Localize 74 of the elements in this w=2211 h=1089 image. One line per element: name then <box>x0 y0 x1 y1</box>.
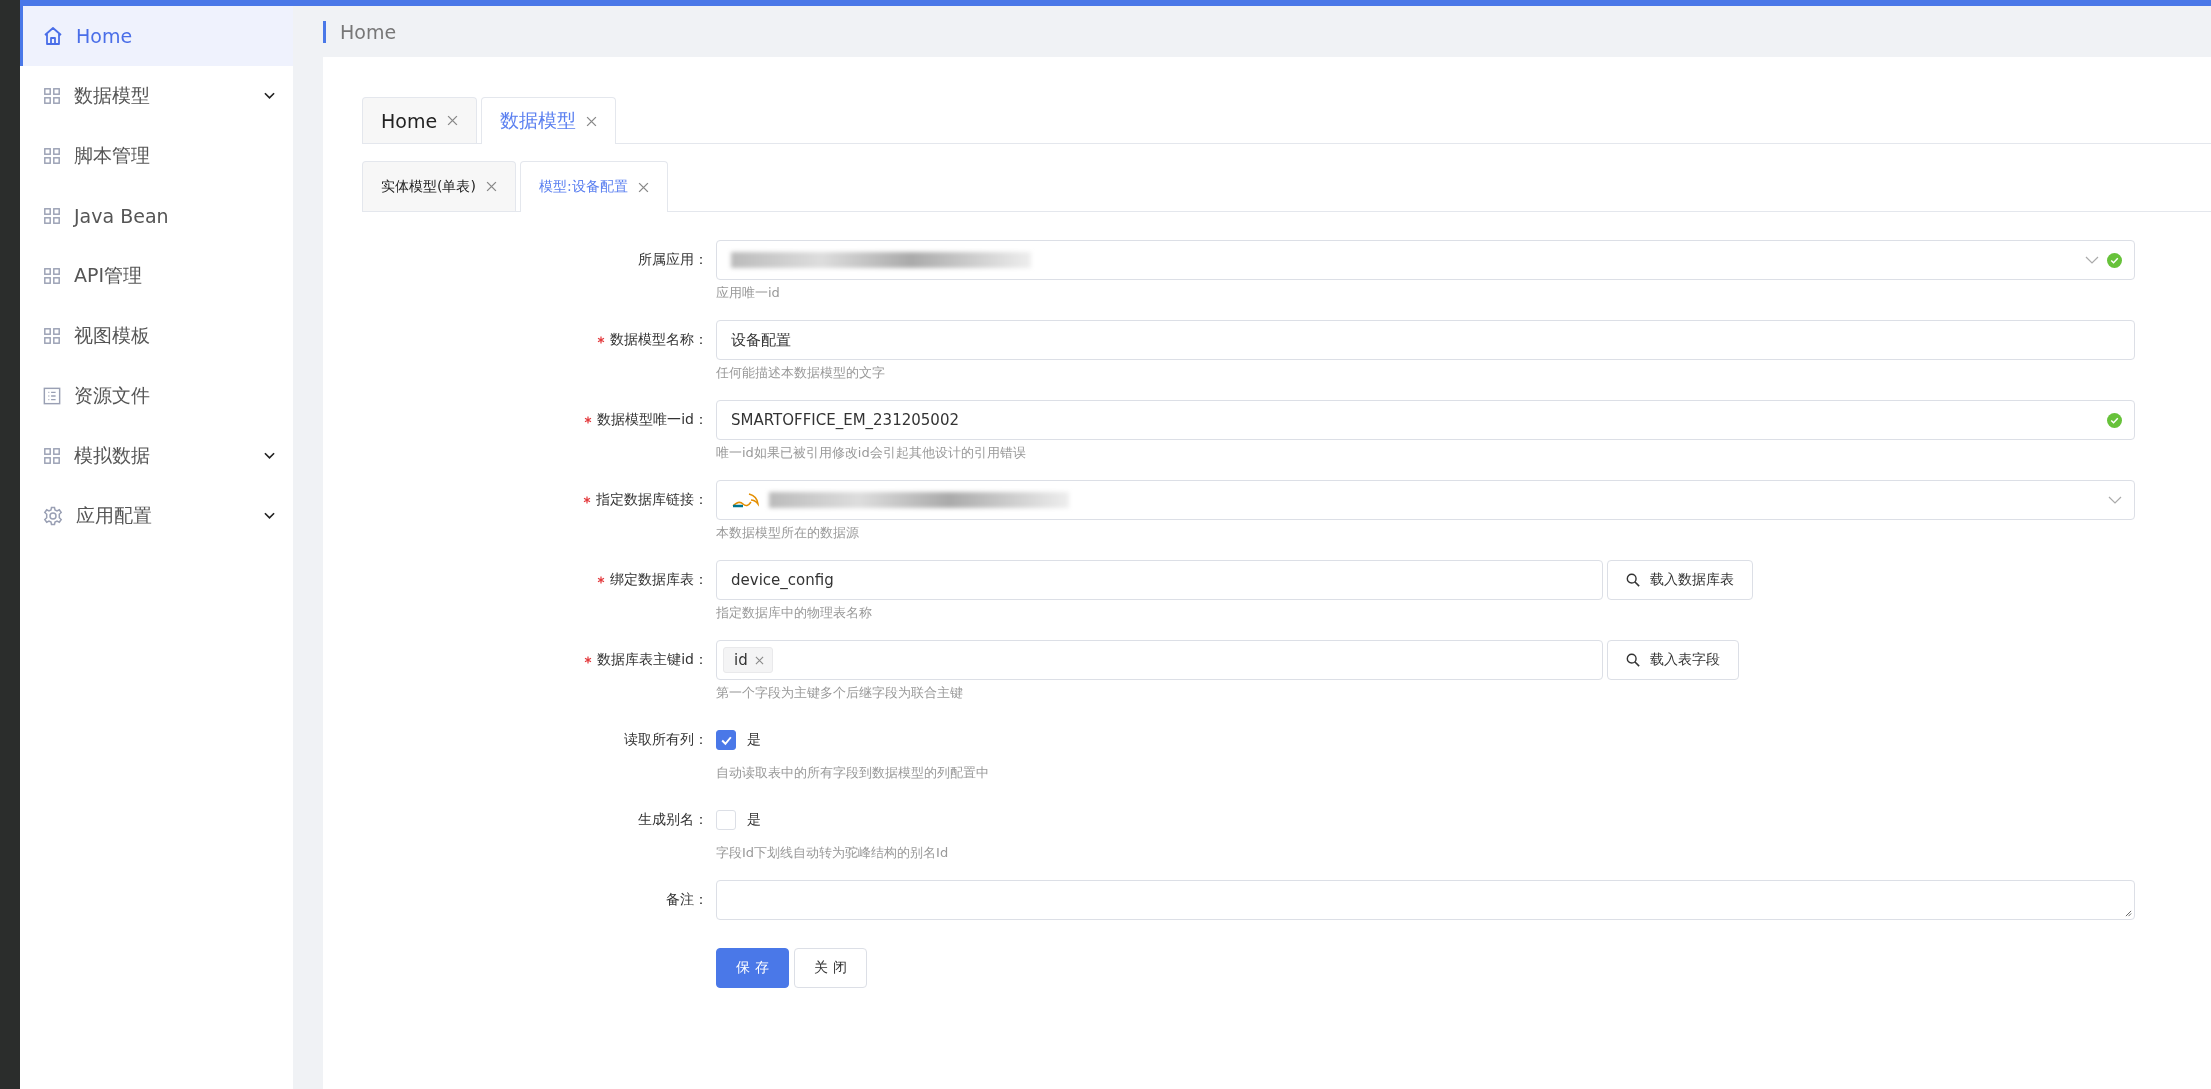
textarea-field[interactable] <box>716 880 2135 920</box>
sidebar-label: Home <box>76 25 134 47</box>
action-button[interactable]: 关 闭 <box>794 948 867 988</box>
grid-icon <box>43 87 61 105</box>
close-icon[interactable] <box>586 115 598 127</box>
text-field[interactable]: SMARTOFFICE_EM_231205002 <box>716 400 2135 440</box>
home-icon <box>43 26 63 46</box>
help-text: 本数据模型所在的数据源 <box>716 524 860 542</box>
field-label: 指定数据库链接： <box>596 491 708 509</box>
resize-handle-icon[interactable] <box>2125 910 2132 917</box>
tag-select-field[interactable]: id <box>716 640 1603 680</box>
action-button[interactable]: 保 存 <box>716 948 789 988</box>
chevron-down-icon <box>264 92 275 100</box>
sidebar-label: 模拟数据 <box>74 443 151 468</box>
search-icon <box>1626 573 1640 587</box>
sidebar-item[interactable]: 应用配置 <box>20 486 293 546</box>
checkbox-label: 是 <box>747 811 761 829</box>
text-field[interactable]: device_config <box>716 560 1603 600</box>
field-label: 数据模型名称： <box>610 331 708 349</box>
field-label: 备注： <box>666 891 708 909</box>
select-field[interactable] <box>716 240 2135 280</box>
chevron-down-icon <box>2085 256 2099 264</box>
grid-icon <box>43 447 61 465</box>
search-icon <box>1626 653 1640 667</box>
field-label: 生成别名： <box>638 811 708 829</box>
chevron-down-icon <box>2108 496 2122 504</box>
field-label: 所属应用： <box>638 251 708 269</box>
document-list-icon <box>43 387 61 405</box>
chevron-down-icon <box>264 452 275 460</box>
grid-icon <box>43 327 61 345</box>
sidebar-item[interactable]: 数据模型 <box>20 66 293 126</box>
grid-icon <box>43 147 61 165</box>
help-text: 指定数据库中的物理表名称 <box>716 604 873 622</box>
help-text: 字段Id下划线自动转为驼峰结构的别名Id <box>716 844 950 862</box>
sidebar-label: 脚本管理 <box>74 143 151 168</box>
chevron-down-icon <box>264 512 275 520</box>
help-text: 任何能描述本数据模型的文字 <box>716 364 886 382</box>
help-text: 自动读取表中的所有字段到数据模型的列配置中 <box>716 764 990 782</box>
sidebar-label: 应用配置 <box>76 503 153 528</box>
sidebar-label: 数据模型 <box>74 83 151 108</box>
settings-icon <box>43 506 63 526</box>
sidebar-label: 资源文件 <box>74 383 151 408</box>
tab[interactable]: 模型:设备配置 <box>519 161 668 212</box>
sidebar-item[interactable]: 脚本管理 <box>20 126 293 186</box>
sidebar-item[interactable]: API管理 <box>20 246 293 306</box>
tab[interactable]: Home <box>362 97 478 143</box>
sidebar-item[interactable]: 模拟数据 <box>20 426 293 486</box>
grid-icon <box>43 267 61 285</box>
load-button[interactable]: 载入数据库表 <box>1607 560 1753 600</box>
tab[interactable]: 数据模型 <box>481 97 617 144</box>
close-icon[interactable] <box>754 655 764 665</box>
sidebar-item[interactable]: Java Bean <box>20 186 293 246</box>
close-icon[interactable] <box>637 181 649 193</box>
field-label: 绑定数据库表： <box>610 571 708 589</box>
sidebar-label: API管理 <box>74 263 144 288</box>
text-field[interactable]: 设备配置 <box>716 320 2135 360</box>
sidebar-label: 视图模板 <box>74 323 151 348</box>
field-label: 读取所有列： <box>624 731 708 749</box>
field-label: 数据库表主键id： <box>597 651 708 669</box>
field-label: 数据模型唯一id： <box>597 411 708 429</box>
breadcrumb: Home <box>323 20 397 43</box>
grid-icon <box>43 207 61 225</box>
sidebar-item[interactable]: 视图模板 <box>20 306 293 366</box>
close-icon[interactable] <box>485 181 497 192</box>
select-field[interactable] <box>716 480 2135 520</box>
load-button[interactable]: 载入表字段 <box>1607 640 1739 680</box>
sidebar-label: Java Bean <box>74 205 170 227</box>
close-icon[interactable] <box>447 115 459 126</box>
tag-label: id <box>734 651 748 669</box>
checkbox[interactable] <box>716 730 736 750</box>
tab[interactable]: 实体模型(单表) <box>362 161 516 211</box>
checkbox-label: 是 <box>747 731 761 749</box>
sidebar-item[interactable]: Home <box>20 6 293 66</box>
sidebar-item[interactable]: 资源文件 <box>20 366 293 426</box>
